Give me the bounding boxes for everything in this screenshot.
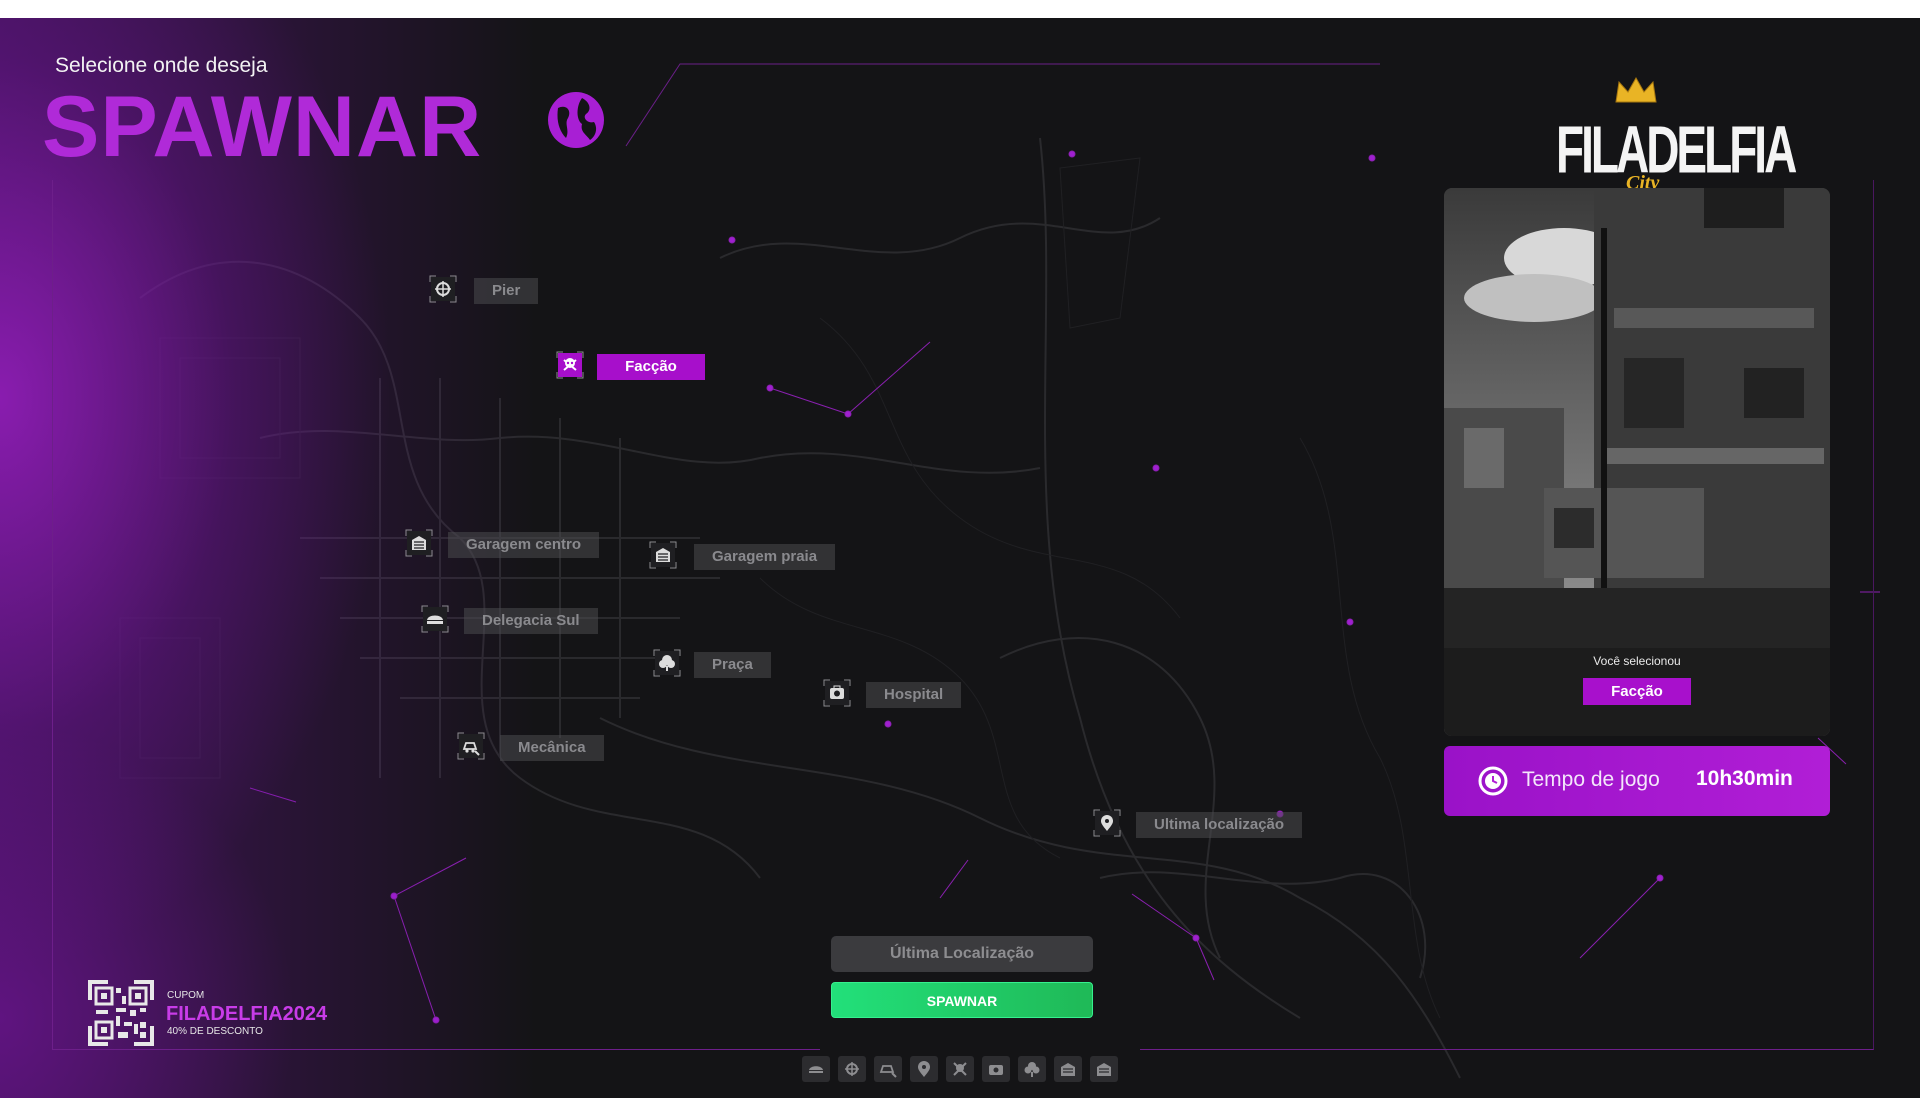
quick-police-button[interactable]	[802, 1056, 830, 1082]
garage-icon	[648, 540, 678, 570]
last-location-button[interactable]: Última Localização	[831, 936, 1093, 972]
location-label: Hospital	[866, 682, 962, 708]
quick-pier-button[interactable]	[838, 1056, 866, 1082]
quick-last-location-button[interactable]	[910, 1056, 938, 1082]
medkit-icon	[822, 678, 852, 708]
map-pin-icon	[1092, 808, 1122, 838]
garage-icon	[1097, 1063, 1111, 1076]
qr-code-icon	[88, 980, 154, 1046]
location-label: Garagem centro	[448, 532, 600, 558]
car-repair-icon	[879, 1065, 897, 1078]
location-label: Delegacia Sul	[464, 608, 598, 634]
location-label: Pier	[474, 278, 539, 304]
tree-icon	[652, 648, 682, 678]
coupon-code: FILADELFIA2024	[166, 1003, 328, 1025]
location-preview: Você selecionou Facção	[1444, 188, 1830, 736]
coupon-tag: CUPOM	[167, 990, 205, 1001]
playtime-label: Tempo de jogo	[1522, 768, 1660, 791]
quick-mechanic-button[interactable]	[874, 1056, 902, 1082]
quick-hospital-button[interactable]	[982, 1056, 1010, 1082]
crown-icon	[1615, 76, 1657, 103]
page-subtitle: Selecione onde deseja	[55, 54, 268, 77]
selection-label: Você selecionou	[1593, 654, 1681, 668]
quick-garage-center-button[interactable]	[1054, 1056, 1082, 1082]
server-logo: FILADELFIA City	[1556, 76, 1797, 196]
spawn-screen: Selecione onde deseja SPAWNAR FILADELFIA…	[0, 18, 1920, 1098]
skull-icon	[555, 350, 585, 380]
police-cap-icon	[809, 1066, 823, 1073]
quick-garage-beach-button[interactable]	[1090, 1056, 1118, 1082]
page-title: SPAWNAR	[42, 79, 483, 175]
quick-square-button[interactable]	[1018, 1056, 1046, 1082]
location-label: Garagem praia	[694, 544, 836, 570]
coupon-description: 40% DE DESCONTO	[167, 1026, 263, 1037]
location-label: Facção	[597, 354, 705, 380]
skull-icon	[953, 1062, 967, 1076]
clock-icon	[1478, 766, 1508, 796]
location-label: Ultima localização	[1136, 812, 1303, 838]
playtime-card: Tempo de jogo 10h30min	[1444, 746, 1830, 816]
map-pin-icon	[918, 1061, 930, 1077]
spawn-button[interactable]: SPAWNAR	[831, 982, 1093, 1018]
car-repair-icon	[456, 731, 486, 761]
globe-icon	[548, 92, 604, 148]
location-label: Mecânica	[500, 735, 604, 761]
playtime-value: 10h30min	[1696, 767, 1793, 790]
medkit-icon	[989, 1065, 1003, 1075]
quick-select-bar	[802, 1056, 1118, 1082]
frame-gap	[820, 1044, 1140, 1056]
selection-value: Facção	[1583, 678, 1691, 705]
ship-wheel-icon	[428, 274, 458, 304]
ship-wheel-icon	[845, 1062, 859, 1076]
garage-icon	[404, 528, 434, 558]
police-cap-icon	[420, 604, 450, 634]
quick-faction-button[interactable]	[946, 1056, 974, 1082]
tree-icon	[1024, 1062, 1040, 1077]
garage-icon	[1061, 1063, 1075, 1076]
location-label: Praça	[694, 652, 771, 678]
